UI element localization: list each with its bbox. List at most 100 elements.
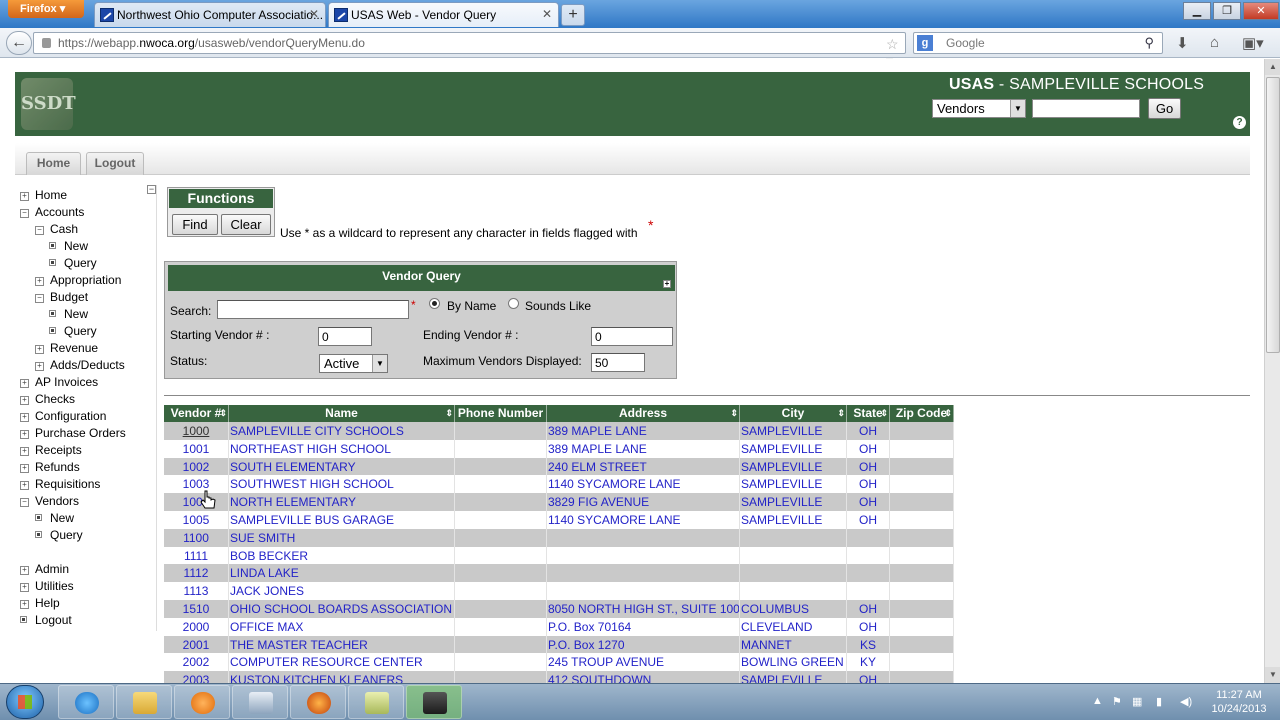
cell-name[interactable]: SAMPLEVILLE CITY SCHOOLS: [229, 422, 455, 440]
sidebar-item-utilities[interactable]: + Utilities: [20, 579, 74, 595]
cell-vendor-number[interactable]: 1100: [164, 528, 229, 547]
table-row[interactable]: 1510 OHIO SCHOOL BOARDS ASSOCIATION 8050 N…: [164, 600, 954, 618]
page-scrollbar[interactable]: ▲ ▼: [1264, 59, 1280, 683]
by-name-radio[interactable]: [429, 298, 440, 309]
expand-icon[interactable]: +: [20, 566, 29, 575]
menu-home-tab[interactable]: Home: [26, 152, 81, 175]
cell-vendor-number[interactable]: 2001: [164, 635, 229, 654]
maximize-button[interactable]: ❐: [1213, 2, 1241, 20]
table-row[interactable]: 1112 LINDA LAKE: [164, 564, 954, 583]
media-player-taskbar-button[interactable]: [174, 685, 230, 719]
column-header-city[interactable]: City ⇕: [740, 405, 847, 422]
table-row[interactable]: 1100 SUE SMITH: [164, 528, 954, 547]
minimize-button[interactable]: ▁: [1183, 2, 1211, 20]
sidebar-item-appropriation[interactable]: + Appropriation: [35, 273, 121, 289]
camtasia-taskbar-button[interactable]: [406, 685, 462, 719]
expand-icon[interactable]: +: [663, 280, 671, 288]
cell-name[interactable]: JACK JONES: [229, 582, 455, 601]
firefox-menu-button[interactable]: Firefox ▾: [8, 0, 84, 18]
expand-icon[interactable]: +: [35, 277, 44, 286]
clear-button[interactable]: Clear: [221, 214, 271, 235]
column-header-state[interactable]: State ⇕: [847, 405, 890, 422]
cell-name[interactable]: LINDA LAKE: [229, 564, 455, 583]
cell-name[interactable]: SOUTHWEST HIGH SCHOOL: [229, 475, 455, 494]
table-row[interactable]: 2000 OFFICE MAX P.O. Box 70164 CLEVELAND OH: [164, 617, 954, 636]
tab-nwoca[interactable]: Northwest Ohio Computer Associatio... ✕: [94, 2, 326, 27]
sidebar-item-adds-deducts[interactable]: + Adds/Deducts: [35, 358, 125, 374]
sidebar-item-configuration[interactable]: + Configuration: [20, 409, 106, 425]
volume-icon[interactable]: ◀): [1180, 695, 1192, 708]
cell-vendor-number[interactable]: 1111: [164, 546, 229, 565]
home-icon[interactable]: ⌂: [1210, 34, 1219, 51]
cell-name[interactable]: OHIO SCHOOL BOARDS ASSOCIATION: [229, 600, 455, 618]
column-header-address[interactable]: Address ⇕: [547, 405, 740, 422]
go-button[interactable]: Go: [1148, 98, 1181, 119]
search-bar[interactable]: g Google ⚲: [913, 32, 1163, 54]
cell-vendor-number[interactable]: 1113: [164, 582, 229, 601]
expand-icon[interactable]: +: [20, 413, 29, 422]
cell-vendor-number[interactable]: 1000: [164, 422, 229, 440]
sidebar-item-help[interactable]: + Help: [20, 596, 60, 612]
sidebar-item-revenue[interactable]: + Revenue: [35, 341, 98, 357]
help-icon[interactable]: ?: [1233, 116, 1246, 129]
cell-vendor-number[interactable]: 2000: [164, 617, 229, 636]
sidebar-item-accounts[interactable]: − Accounts: [20, 205, 84, 221]
cell-vendor-number[interactable]: 1001: [164, 439, 229, 458]
sidebar-item-home[interactable]: + Home: [20, 188, 67, 204]
signal-icon[interactable]: ▮: [1156, 695, 1162, 708]
column-header-name[interactable]: Name ⇕: [229, 405, 455, 422]
collapse-icon[interactable]: −: [20, 209, 29, 218]
expand-icon[interactable]: +: [20, 379, 29, 388]
table-row[interactable]: 1003 SOUTHWEST HIGH SCHOOL 1140 SYCAMORE L…: [164, 475, 954, 494]
cell-name[interactable]: NORTH ELEMENTARY: [229, 493, 455, 512]
sidebar-item-refunds[interactable]: + Refunds: [20, 460, 80, 476]
expand-icon[interactable]: +: [20, 396, 29, 405]
cell-vendor-number[interactable]: 2003: [164, 671, 229, 683]
show-hidden-icons-icon[interactable]: ▲: [1092, 695, 1103, 707]
expand-icon[interactable]: +: [20, 600, 29, 609]
sort-icon[interactable]: ⇕: [837, 405, 845, 422]
sidebar-item-vendors-new[interactable]: New: [35, 511, 74, 527]
action-center-icon[interactable]: ⚑: [1112, 695, 1122, 708]
network-icon[interactable]: ▦: [1132, 695, 1142, 708]
menu-logout-tab[interactable]: Logout: [86, 152, 144, 175]
table-row[interactable]: 1004 NORTH ELEMENTARY 3829 FIG AVENUE SAMPL…: [164, 493, 954, 512]
new-tab-button[interactable]: +: [561, 4, 585, 26]
cell-vendor-number[interactable]: 1112: [164, 564, 229, 583]
cell-vendor-number[interactable]: 1005: [164, 511, 229, 529]
starting-vendor-input[interactable]: 0: [318, 327, 372, 346]
sidebar-item-checks[interactable]: + Checks: [20, 392, 75, 408]
sort-icon[interactable]: ⇕: [880, 405, 888, 422]
download-icon[interactable]: ⬇: [1176, 34, 1189, 52]
sidebar-item-budget[interactable]: − Budget: [35, 290, 88, 306]
cell-name[interactable]: COMPUTER RESOURCE CENTER: [229, 653, 455, 672]
vpn-taskbar-button[interactable]: [232, 685, 288, 719]
column-header-vendor-number[interactable]: Vendor # ⇕: [164, 405, 229, 422]
expand-icon[interactable]: +: [35, 362, 44, 371]
table-row[interactable]: 1113 JACK JONES: [164, 582, 954, 601]
column-header-zip[interactable]: Zip Code ⇕: [890, 405, 954, 422]
cell-vendor-number[interactable]: 1003: [164, 475, 229, 494]
column-header-phone[interactable]: Phone Number: [455, 405, 547, 422]
sidebar-item-admin[interactable]: + Admin: [20, 562, 69, 578]
sidebar-item-cash-query[interactable]: Query: [49, 256, 97, 272]
table-row[interactable]: 2002 COMPUTER RESOURCE CENTER 245 TROUP AV…: [164, 653, 954, 672]
collapse-icon[interactable]: −: [35, 294, 44, 303]
sidebar-item-ap-invoices[interactable]: + AP Invoices: [20, 375, 98, 391]
table-row[interactable]: 1000 SAMPLEVILLE CITY SCHOOLS 389 MAPLE LA…: [164, 422, 954, 440]
scroll-thumb[interactable]: [1266, 77, 1280, 353]
sort-icon[interactable]: ⇕: [730, 405, 738, 422]
system-clock[interactable]: 11:27 AM 10/24/2013: [1204, 688, 1274, 716]
sort-icon[interactable]: ⇕: [445, 405, 453, 422]
expand-icon[interactable]: +: [20, 430, 29, 439]
sidebar-item-purchase-orders[interactable]: + Purchase Orders: [20, 426, 126, 442]
cell-name[interactable]: BOB BECKER: [229, 546, 455, 565]
close-tab-icon[interactable]: ✕: [542, 7, 552, 21]
table-row[interactable]: 1001 NORTHEAST HIGH SCHOOL 389 MAPLE LANE S…: [164, 439, 954, 458]
search-input[interactable]: [217, 300, 409, 319]
sidebar-item-budget-query[interactable]: Query: [49, 324, 97, 340]
sidebar-item-cash[interactable]: − Cash: [35, 222, 78, 238]
sidebar-item-budget-new[interactable]: New: [49, 307, 88, 323]
google-icon[interactable]: g: [917, 35, 933, 51]
expand-icon[interactable]: +: [35, 345, 44, 354]
